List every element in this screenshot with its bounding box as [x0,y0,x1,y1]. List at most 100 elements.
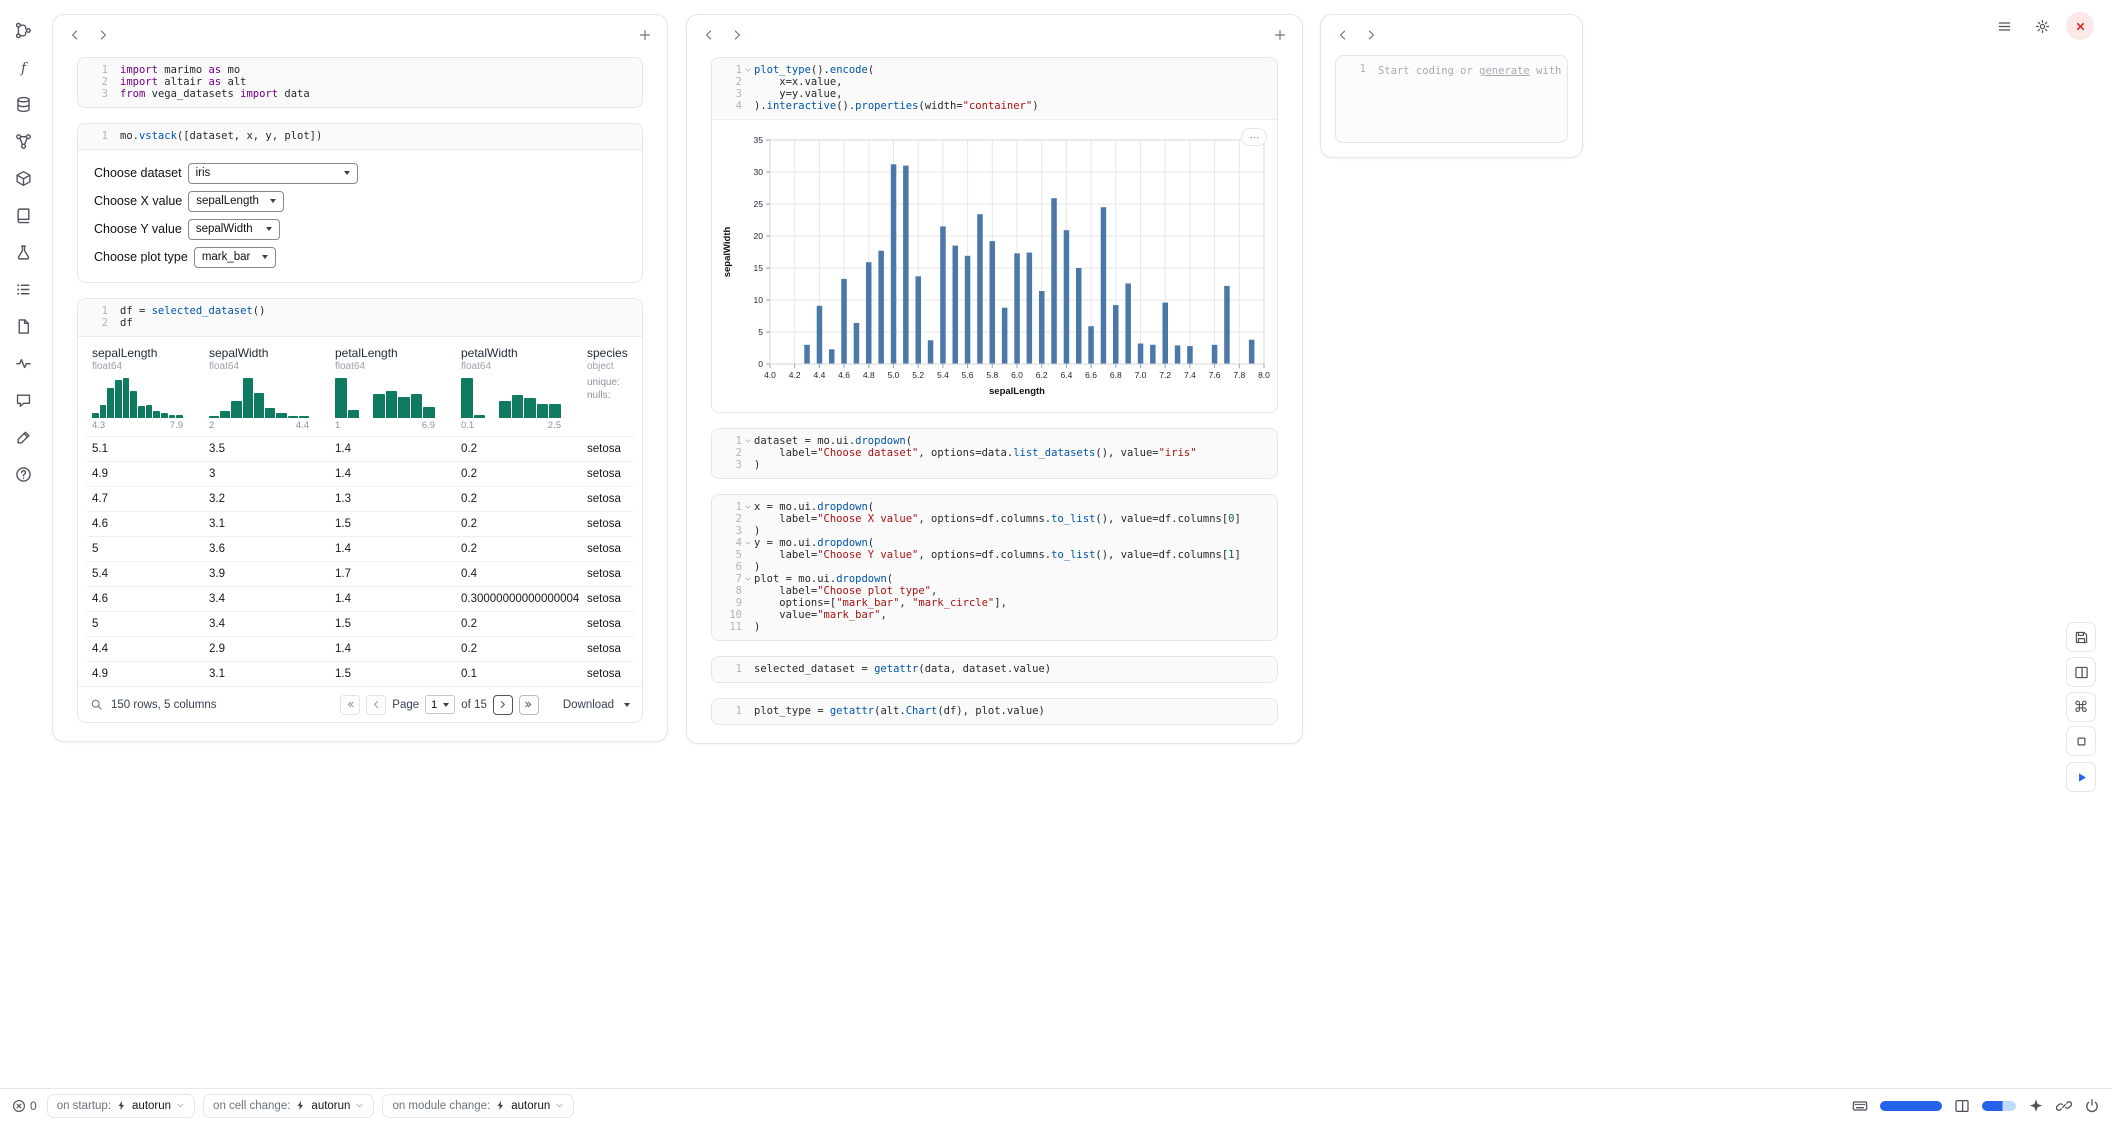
chevron-right-icon[interactable] [725,23,749,47]
search-icon[interactable] [90,698,103,711]
settings-gear-icon[interactable] [2028,12,2056,40]
column-header-petalLength[interactable]: petalLengthfloat64 [329,343,455,374]
save-button[interactable] [2066,622,2096,652]
column-header-species[interactable]: speciesobject [581,343,642,374]
command-palette-button[interactable]: ⌘ [2066,692,2096,722]
column-header-sepalLength[interactable]: sepalLengthfloat64 [86,343,203,374]
fold-chevron-icon[interactable] [742,435,754,447]
line-number: 2 [78,76,108,88]
cell-dataset-dropdown: 1dataset = mo.ui.dropdown(2 label="Choos… [711,428,1278,479]
table-row[interactable]: 5.13.51.40.2setosa [86,436,634,461]
code-editor[interactable]: 1plot_type().encode(2 x=x.value,3 y=y.va… [712,58,1277,119]
code-editor[interactable]: 1import marimo as mo2import altair as al… [78,58,642,107]
chevron-right-icon[interactable] [1359,23,1383,47]
rail-help-button[interactable] [9,460,37,488]
rail-database-button[interactable] [9,90,37,118]
rail-dependency-graph-button[interactable] [9,127,37,155]
keyboard-shortcuts-icon[interactable] [1852,1098,1868,1114]
table-row[interactable]: 4.931.40.2setosa [86,461,634,486]
fold-chevron-icon[interactable] [742,573,754,585]
code-editor[interactable]: 1df = selected_dataset()2df [78,299,642,336]
run-all-button[interactable] [2066,762,2096,792]
dropdown-choose-dataset[interactable]: iris [188,163,358,184]
code-editor[interactable]: 1mo.vstack([dataset, x, y, plot]) [78,124,642,149]
caret-down-icon [344,171,350,175]
code-line: 11) [712,621,1269,633]
next-page-button[interactable] [493,695,513,715]
column-header-sepalWidth[interactable]: sepalWidthfloat64 [203,343,329,374]
column-header-petalWidth[interactable]: petalWidthfloat64 [455,343,581,374]
caret-down-icon [266,227,272,231]
errors-indicator[interactable]: 0 [12,1099,37,1113]
notebook-column-2: 1plot_type().encode(2 x=x.value,3 y=y.va… [686,14,1303,744]
chart-menu-button[interactable] [1241,128,1267,146]
layout-view-button[interactable] [2066,657,2096,687]
rail-snippets-button[interactable] [9,312,37,340]
generate-with-ai-link[interactable]: generate [1479,65,1530,77]
prev-page-button[interactable] [366,695,386,715]
add-cell-button[interactable] [1268,23,1292,47]
code-line: 2 x=x.value, [712,76,1269,88]
ai-sparkle-icon[interactable] [2028,1098,2044,1114]
rail-file-tree-button[interactable] [9,16,37,44]
table-row[interactable]: 4.63.41.40.30000000000000004setosa [86,586,634,611]
run-config-chip[interactable]: on startup:autorun [47,1094,195,1118]
last-page-button[interactable] [519,695,539,715]
run-config-chip[interactable]: on module change:autorun [382,1094,574,1118]
panel-layout-icon[interactable] [1954,1098,1970,1114]
svg-text:30: 30 [754,167,764,177]
chevron-left-icon[interactable] [1331,23,1355,47]
first-page-button[interactable] [340,695,360,715]
cell-dataframe: 1df = selected_dataset()2df sepalLengthf… [77,298,643,723]
line-number: 3 [712,459,742,471]
rail-documentation-button[interactable] [9,201,37,229]
svg-text:f: f [19,60,28,76]
fold-chevron-icon[interactable] [742,537,754,549]
shutdown-icon[interactable] [2084,1098,2100,1114]
caret-down-icon [176,1101,185,1110]
menu-icon[interactable] [1990,12,2018,40]
chevron-right-icon[interactable] [91,23,115,47]
table-row[interactable]: 4.42.91.40.2setosa [86,636,634,661]
fold-chevron-icon[interactable] [742,501,754,513]
run-config-chip[interactable]: on cell change:autorun [203,1094,374,1118]
lightning-bolt-icon [116,1100,127,1111]
table-row[interactable]: 53.61.40.2setosa [86,536,634,561]
rail-package-button[interactable] [9,164,37,192]
table-row[interactable]: 4.73.21.30.2setosa [86,486,634,511]
empty-code-editor[interactable]: 1 Start coding or generate with [1335,55,1568,143]
table-row[interactable]: 4.93.11.50.1setosa [86,661,634,686]
connection-icon[interactable] [2056,1098,2072,1114]
table-row[interactable]: 5.43.91.70.4setosa [86,561,634,586]
dropdown-choose-y-value[interactable]: sepalWidth [188,219,280,240]
add-cell-button[interactable] [633,23,657,47]
stop-button[interactable] [2066,726,2096,756]
rail-functions-button[interactable]: f [9,53,37,81]
table-row[interactable]: 53.41.50.2setosa [86,611,634,636]
line-number: 2 [712,513,742,525]
close-icon[interactable] [2066,12,2094,40]
chevron-left-icon[interactable] [697,23,721,47]
notebook-column-1: 1import marimo as mo2import altair as al… [52,14,668,742]
table-row[interactable]: 4.63.11.50.2setosa [86,511,634,536]
svg-text:6.0: 6.0 [1011,370,1023,380]
rail-chat-button[interactable] [9,386,37,414]
rail-outline-button[interactable] [9,275,37,303]
download-button[interactable]: Download [563,699,630,711]
fold-chevron-icon[interactable] [742,64,754,76]
code-editor[interactable]: 1x = mo.ui.dropdown(2 label="Choose X va… [712,495,1277,640]
code-editor[interactable]: 1dataset = mo.ui.dropdown(2 label="Choos… [712,429,1277,478]
rail-scratchpad-button[interactable] [9,423,37,451]
caret-down-icon [355,1101,364,1110]
code-editor[interactable]: 1plot_type = getattr(alt.Chart(df), plot… [712,699,1277,724]
dropdown-choose-x-value[interactable]: sepalLength [188,191,284,212]
rail-tracing-button[interactable] [9,349,37,377]
line-number: 1 [712,501,742,513]
code-line: 1selected_dataset = getattr(data, datase… [712,663,1269,675]
page-select[interactable]: 1 [425,695,455,714]
rail-experiments-button[interactable] [9,238,37,266]
line-number: 4 [712,537,742,549]
chevron-left-icon[interactable] [63,23,87,47]
dropdown-choose-plot-type[interactable]: mark_bar [194,247,276,268]
code-editor[interactable]: 1selected_dataset = getattr(data, datase… [712,657,1277,682]
